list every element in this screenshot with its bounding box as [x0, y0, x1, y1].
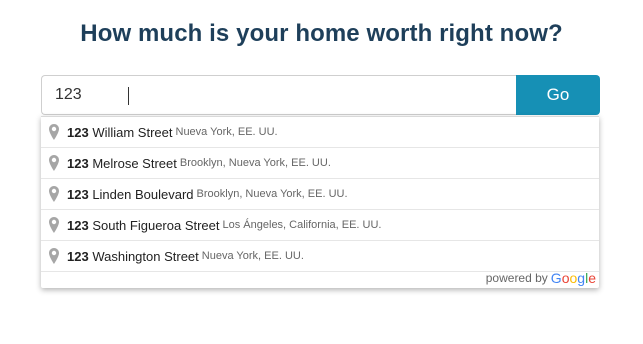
suggestion-secondary-text: Brooklyn, Nueva York, EE. UU. [179, 157, 331, 169]
suggestion-main-text: 123 Linden Boulevard [67, 187, 194, 202]
google-logo-letter: G [550, 270, 562, 286]
powered-by-label: powered by [485, 271, 548, 285]
suggestion-street: South Figueroa Street [88, 217, 220, 233]
page: How much is your home worth right now? G… [0, 0, 643, 344]
suggestion-main-text: 123 William Street [67, 125, 173, 140]
address-search-input[interactable] [42, 76, 516, 114]
suggestion-secondary-text: Brooklyn, Nueva York, EE. UU. [196, 188, 348, 200]
suggestion-item[interactable]: 123 South Figueroa Street Los Ángeles, C… [41, 210, 599, 241]
suggestion-item[interactable]: 123 Linden Boulevard Brooklyn, Nueva Yor… [41, 179, 599, 210]
powered-by-google: powered by Google [485, 270, 596, 286]
suggestion-match: 123 [67, 248, 89, 264]
suggestion-item[interactable]: 123 Washington Street Nueva York, EE. UU… [41, 241, 599, 272]
address-search-bar: Go [41, 75, 600, 115]
google-logo: Google [551, 270, 596, 286]
suggestion-item[interactable]: 123 Melrose Street Brooklyn, Nueva York,… [41, 148, 599, 179]
suggestion-street: Washington Street [88, 248, 199, 264]
go-button[interactable]: Go [516, 75, 600, 115]
map-pin-icon [49, 217, 59, 233]
search-input-wrapper [41, 75, 516, 115]
text-caret [128, 87, 129, 105]
suggestion-secondary-text: Los Ángeles, California, EE. UU. [222, 219, 382, 231]
suggestion-street: William Street [88, 124, 173, 140]
suggestion-main-text: 123 South Figueroa Street [67, 218, 220, 233]
suggestion-match: 123 [67, 217, 89, 233]
map-pin-icon [49, 248, 59, 264]
suggestion-match: 123 [67, 155, 89, 171]
suggestion-main-text: 123 Washington Street [67, 249, 199, 264]
suggestion-street: Melrose Street [88, 155, 177, 171]
autocomplete-suggestions: 123 William Street Nueva York, EE. UU. 1… [41, 116, 599, 288]
suggestion-secondary-text: Nueva York, EE. UU. [175, 126, 278, 138]
map-pin-icon [49, 124, 59, 140]
suggestion-secondary-text: Nueva York, EE. UU. [201, 250, 304, 262]
google-logo-letter: e [588, 270, 596, 286]
suggestion-item[interactable]: 123 William Street Nueva York, EE. UU. [41, 117, 599, 148]
page-title: How much is your home worth right now? [80, 20, 563, 47]
suggestion-match: 123 [67, 186, 89, 202]
map-pin-icon [49, 186, 59, 202]
suggestion-match: 123 [67, 124, 89, 140]
suggestion-main-text: 123 Melrose Street [67, 156, 177, 171]
google-logo-letter: g [577, 270, 586, 286]
suggestion-street: Linden Boulevard [88, 186, 194, 202]
map-pin-icon [49, 155, 59, 171]
